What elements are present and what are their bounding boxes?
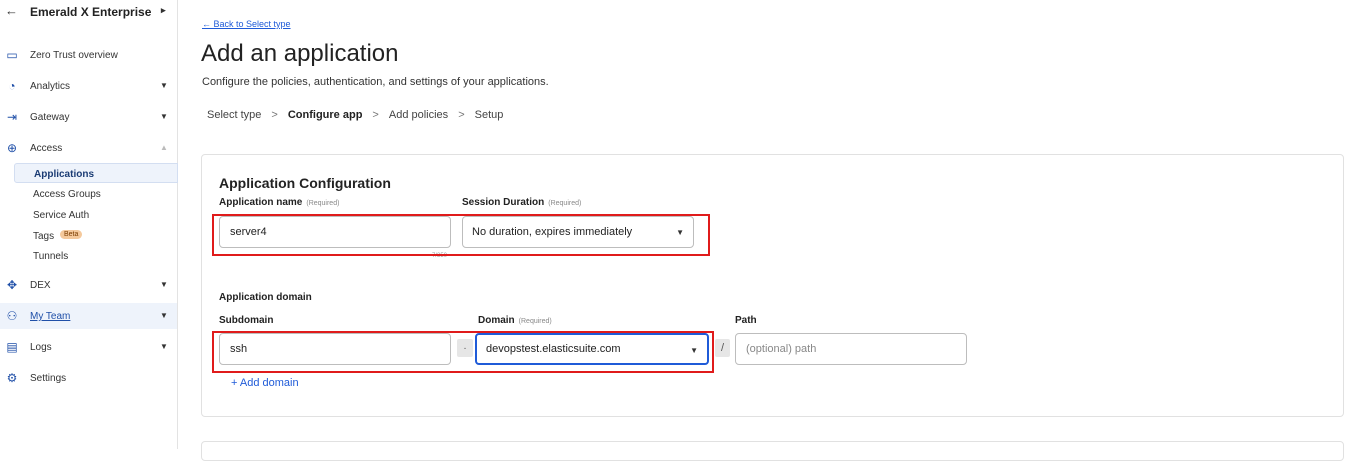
sidebar-item-label: Zero Trust overview (30, 50, 118, 61)
sidebar-item-label: Gateway (30, 112, 70, 123)
step-separator: > (372, 109, 379, 121)
sidebar-subitem-access-groups[interactable]: Access Groups (14, 184, 178, 204)
session-duration-label: Session Duration (Required) (462, 197, 581, 208)
domain-label: Domain (Required) (478, 315, 552, 326)
chevron-up-icon: ▲ (160, 143, 168, 152)
sidebar-subitem-label: Applications (34, 169, 95, 180)
sidebar-item-gateway[interactable]: ⇥ Gateway ▼ (0, 104, 177, 130)
sidebar-subitem-label: Tags (33, 231, 55, 242)
sidebar-item-zero-trust-overview[interactable]: ▭ Zero Trust overview (0, 42, 177, 68)
sidebar-item-label: Logs (30, 342, 52, 353)
sidebar-item-my-team[interactable]: ⚇ My Team ▼ (0, 303, 177, 329)
chevron-down-icon: ▼ (160, 342, 168, 351)
page-title: Add an application (201, 40, 399, 67)
label-text: Domain (478, 315, 515, 326)
step-separator: > (271, 109, 278, 121)
sidebar-item-access[interactable]: ⊕ Access ▲ (0, 135, 177, 161)
sidebar-item-logs[interactable]: ▤ Logs ▼ (0, 334, 177, 360)
step-add-policies: Add policies (388, 109, 449, 121)
gear-icon: ⚙ (6, 371, 18, 385)
team-icon: ⚇ (6, 309, 18, 323)
application-name-label: Application name (Required) (219, 197, 339, 208)
beta-badge: Beta (60, 230, 83, 239)
account-name: Emerald X Enterprise (30, 5, 152, 19)
chevron-down-icon: ▼ (160, 81, 168, 90)
highlight-box (212, 331, 714, 373)
application-configuration-card (201, 154, 1344, 417)
chevron-down-icon: ▼ (160, 112, 168, 121)
step-select-type[interactable]: Select type (207, 109, 261, 121)
highlight-box (212, 214, 710, 256)
sidebar-item-label: Settings (30, 373, 67, 384)
sidebar-item-analytics[interactable]: ◔ Analytics ▼ (0, 73, 177, 99)
path-label: Path (735, 315, 757, 326)
label-text: Application name (219, 197, 303, 208)
sidebar-subitem-label: Tunnels (33, 251, 69, 262)
sidebar-item-dex[interactable]: ✥ DEX ▼ (0, 272, 177, 298)
step-configure-app: Configure app (287, 109, 363, 121)
analytics-icon: ◔ (8, 79, 16, 93)
sidebar-subitem-label: Access Groups (33, 189, 101, 200)
chevron-right-icon: ▸ (161, 5, 166, 15)
sidebar-subitem-applications[interactable]: Applications (14, 163, 178, 183)
logs-icon: ▤ (6, 340, 18, 354)
path-input[interactable]: (optional) path (735, 333, 967, 365)
sidebar-subitem-tunnels[interactable]: Tunnels (14, 246, 178, 266)
browser-window-icon: ▭ (6, 48, 18, 62)
account-switcher[interactable]: ← Emerald X Enterprise ▸ (0, 0, 178, 24)
add-domain-button[interactable]: + Add domain (231, 377, 299, 389)
arrow-left-icon[interactable]: ← (5, 3, 18, 18)
sidebar-item-label: Access (30, 143, 63, 154)
required-hint: (Required) (518, 318, 552, 325)
required-hint: (Required) (548, 200, 582, 207)
slash-separator: / (715, 339, 730, 357)
sidebar-item-label: My Team (30, 311, 71, 322)
step-separator: > (458, 109, 465, 121)
label-text: Session Duration (462, 197, 545, 208)
access-icon: ⊕ (6, 141, 18, 155)
sidebar-subitem-label: Service Auth (33, 210, 90, 221)
section-title: Application Configuration (219, 175, 391, 191)
subdomain-label: Subdomain (219, 315, 274, 326)
sidebar: ← Emerald X Enterprise ▸ ▭ Zero Trust ov… (0, 0, 178, 449)
next-section-card (201, 441, 1344, 461)
sidebar-item-label: Analytics (30, 81, 71, 92)
gateway-icon: ⇥ (6, 110, 18, 124)
page-subtitle: Configure the policies, authentication, … (202, 76, 549, 88)
dex-icon: ✥ (6, 278, 18, 292)
back-to-select-type-link[interactable]: ← Back to Select type (202, 19, 291, 29)
sidebar-subitem-service-auth[interactable]: Service Auth (14, 205, 178, 225)
wizard-steps: Select type > Configure app > Add polici… (207, 109, 503, 121)
chevron-down-icon: ▼ (160, 311, 168, 320)
chevron-down-icon: ▼ (160, 280, 168, 289)
step-setup: Setup (474, 109, 504, 121)
required-hint: (Required) (306, 200, 340, 207)
application-domain-heading: Application domain (219, 292, 312, 303)
sidebar-item-settings[interactable]: ⚙ Settings (0, 365, 177, 391)
sidebar-subitem-tags[interactable]: Tags Beta (14, 226, 178, 246)
sidebar-item-label: DEX (30, 280, 51, 291)
